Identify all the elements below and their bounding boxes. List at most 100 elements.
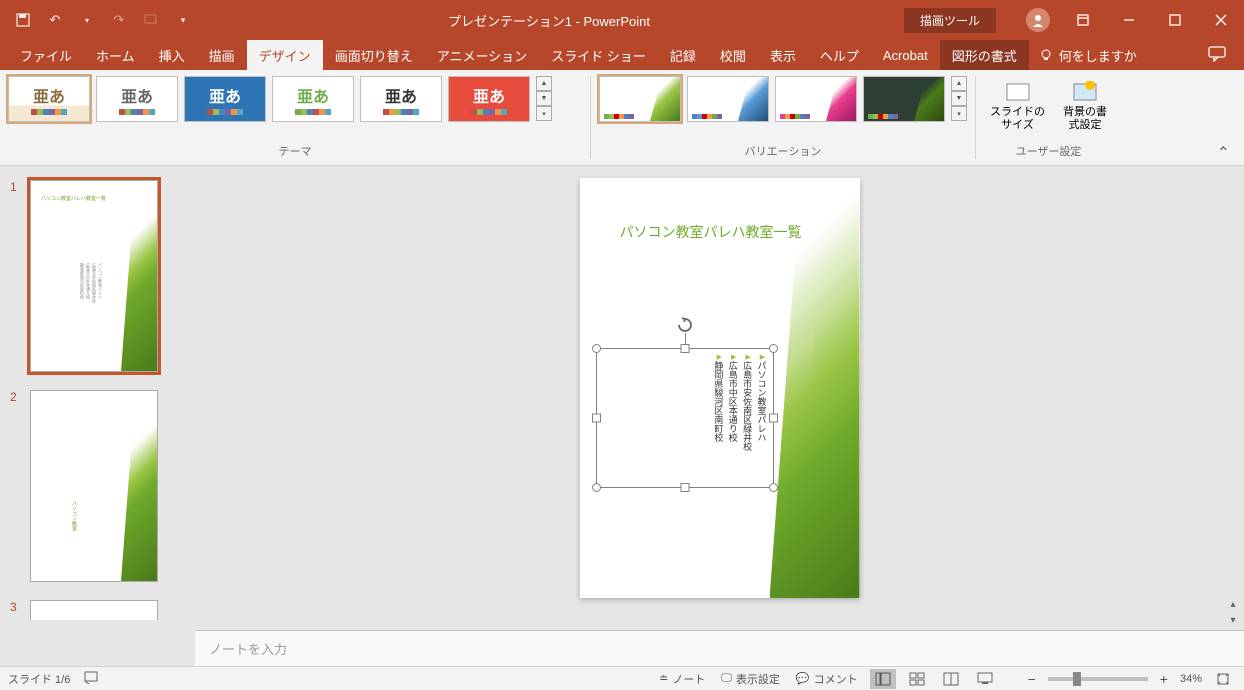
canvas-scrollbar[interactable]: [1224, 166, 1242, 630]
thumbnail-number: 1: [10, 180, 22, 372]
tell-me-search[interactable]: 何をしますか: [1039, 46, 1137, 65]
share-comment-icon[interactable]: [1208, 46, 1236, 65]
close-icon[interactable]: [1198, 0, 1244, 40]
gallery-down-icon[interactable]: ▼: [951, 91, 967, 106]
slide-sorter-view-icon[interactable]: [904, 669, 930, 689]
undo-icon[interactable]: ↶: [44, 9, 66, 31]
variation-thumbnail[interactable]: [863, 76, 945, 122]
tab-acrobat[interactable]: Acrobat: [871, 42, 940, 69]
themes-group-label: テーマ: [8, 141, 582, 159]
thumbnail-item[interactable]: 3: [0, 596, 195, 634]
minimize-icon[interactable]: [1106, 0, 1152, 40]
slideshow-view-icon[interactable]: [972, 669, 998, 689]
gallery-more-icon[interactable]: ▾: [536, 106, 552, 121]
selected-textbox[interactable]: ▶パソコン教室パレハ ▶広島市安佐南区緑井校 ▶広島市中区本通り校 ▶静岡県駿河…: [596, 348, 774, 488]
redo-icon[interactable]: ↷: [108, 9, 130, 31]
rotate-handle-icon[interactable]: [675, 315, 695, 335]
slide-title[interactable]: パソコン教室パレハ教室一覧: [620, 222, 802, 242]
tab-file[interactable]: ファイル: [8, 40, 84, 71]
tab-animations[interactable]: アニメーション: [425, 40, 539, 71]
zoom-slider[interactable]: [1048, 677, 1148, 681]
gallery-down-icon[interactable]: ▼: [536, 91, 552, 106]
thumbnail-item[interactable]: 1 パソコン教室パレハ教室一覧 パソコン教室パレハ 広島市安佐南区緑井校 広島市…: [0, 176, 195, 386]
variation-thumbnail[interactable]: [599, 76, 681, 122]
theme-thumbnail[interactable]: 亜あ: [96, 76, 178, 122]
notes-pane[interactable]: ノートを入力: [195, 630, 1244, 666]
textbox-content[interactable]: ▶パソコン教室パレハ ▶広島市安佐南区緑井校 ▶広島市中区本通り校 ▶静岡県駿河…: [711, 353, 769, 451]
thumbnail-slide[interactable]: パソコン教室パレハ教室一覧 パソコン教室パレハ 広島市安佐南区緑井校 広島市中区…: [30, 180, 158, 372]
slide-canvas[interactable]: パソコン教室パレハ教室一覧 ▶パソコン教室パレハ ▶広島: [195, 166, 1244, 630]
save-icon[interactable]: [12, 9, 34, 31]
comments-button[interactable]: 💬コメント: [792, 669, 862, 689]
resize-handle[interactable]: [592, 414, 601, 423]
ribbon: 亜あ 亜あ 亜あ 亜あ 亜あ 亜あ ▲▼▾ テーマ ▲▼▾ バリエーション スラ…: [0, 70, 1244, 166]
normal-view-icon[interactable]: [870, 669, 896, 689]
tab-slideshow[interactable]: スライド ショー: [539, 40, 658, 71]
thumbnail-item[interactable]: 2 パソコン教室: [0, 386, 195, 596]
ribbon-group-themes: 亜あ 亜あ 亜あ 亜あ 亜あ 亜あ ▲▼▾ テーマ: [0, 70, 590, 165]
ribbon-display-options-icon[interactable]: [1060, 0, 1106, 40]
tab-review[interactable]: 校閲: [708, 40, 758, 71]
start-from-beginning-icon[interactable]: [140, 9, 162, 31]
user-avatar[interactable]: [1026, 8, 1050, 32]
collapse-ribbon-icon[interactable]: ⌃: [1203, 141, 1244, 165]
gallery-up-icon[interactable]: ▲: [951, 76, 967, 91]
theme-thumbnail[interactable]: 亜あ: [272, 76, 354, 122]
theme-thumbnail[interactable]: 亜あ: [8, 76, 90, 122]
zoom-in-icon[interactable]: +: [1156, 671, 1172, 687]
next-slide-icon[interactable]: ▾: [1224, 612, 1242, 628]
document-title: プレゼンテーション1 - PowerPoint: [194, 11, 904, 30]
gallery-up-icon[interactable]: ▲: [536, 76, 552, 91]
resize-handle[interactable]: [592, 483, 601, 492]
themes-gallery-spinner[interactable]: ▲▼▾: [536, 76, 552, 121]
zoom-percentage[interactable]: 34%: [1180, 673, 1202, 685]
format-background-button[interactable]: 背景の書 式設定: [1057, 76, 1113, 134]
undo-dropdown-icon[interactable]: ▾: [76, 9, 98, 31]
thumbnail-panel[interactable]: 1 パソコン教室パレハ教室一覧 パソコン教室パレハ 広島市安佐南区緑井校 広島市…: [0, 166, 195, 666]
prev-slide-icon[interactable]: ▴: [1224, 596, 1242, 612]
menu-bar: ファイル ホーム 挿入 描画 デザイン 画面切り替え アニメーション スライド …: [0, 40, 1244, 70]
variations-gallery-spinner[interactable]: ▲▼▾: [951, 76, 967, 121]
drawing-tools-tab-header: 描画ツール: [904, 8, 996, 33]
fit-to-window-icon[interactable]: [1210, 669, 1236, 689]
reading-view-icon[interactable]: [938, 669, 964, 689]
resize-handle[interactable]: [680, 344, 689, 353]
gallery-more-icon[interactable]: ▾: [951, 106, 967, 121]
resize-handle[interactable]: [592, 344, 601, 353]
main-area: 1 パソコン教室パレハ教室一覧 パソコン教室パレハ 広島市安佐南区緑井校 広島市…: [0, 166, 1244, 666]
variation-thumbnail[interactable]: [687, 76, 769, 122]
tab-draw[interactable]: 描画: [197, 40, 247, 71]
theme-thumbnail[interactable]: 亜あ: [184, 76, 266, 122]
resize-handle[interactable]: [680, 483, 689, 492]
tab-insert[interactable]: 挿入: [147, 40, 197, 71]
zoom-out-icon[interactable]: −: [1024, 671, 1040, 687]
slide[interactable]: パソコン教室パレハ教室一覧 ▶パソコン教室パレハ ▶広島: [580, 178, 860, 598]
customize-group-label: ユーザー設定: [984, 141, 1113, 159]
resize-handle[interactable]: [769, 344, 778, 353]
spellcheck-icon[interactable]: [84, 670, 100, 687]
thumbnail-slide[interactable]: [30, 600, 158, 620]
qat-customize-icon[interactable]: ▾: [172, 9, 194, 31]
tab-transitions[interactable]: 画面切り替え: [323, 40, 425, 71]
notes-icon: ≐: [659, 672, 668, 685]
theme-thumbnail[interactable]: 亜あ: [448, 76, 530, 122]
tab-format[interactable]: 図形の書式: [940, 40, 1029, 71]
tab-home[interactable]: ホーム: [84, 40, 147, 71]
theme-thumbnail[interactable]: 亜あ: [360, 76, 442, 122]
display-settings-button[interactable]: 🖵表示設定: [717, 669, 784, 689]
resize-handle[interactable]: [769, 414, 778, 423]
tab-view[interactable]: 表示: [758, 40, 808, 71]
maximize-icon[interactable]: [1152, 0, 1198, 40]
title-bar: ↶ ▾ ↷ ▾ プレゼンテーション1 - PowerPoint 描画ツール: [0, 0, 1244, 40]
variation-thumbnail[interactable]: [775, 76, 857, 122]
tab-design[interactable]: デザイン: [247, 40, 323, 71]
tab-record[interactable]: 記録: [658, 40, 708, 71]
resize-handle[interactable]: [769, 483, 778, 492]
notes-button[interactable]: ≐ノート: [655, 669, 709, 689]
display-icon: 🖵: [721, 672, 732, 685]
slide-size-button[interactable]: スライドの サイズ: [984, 76, 1051, 134]
thumbnail-slide[interactable]: パソコン教室: [30, 390, 158, 582]
comment-icon: 💬: [796, 672, 810, 685]
tab-help[interactable]: ヘルプ: [808, 40, 871, 71]
zoom-slider-thumb[interactable]: [1073, 672, 1081, 686]
